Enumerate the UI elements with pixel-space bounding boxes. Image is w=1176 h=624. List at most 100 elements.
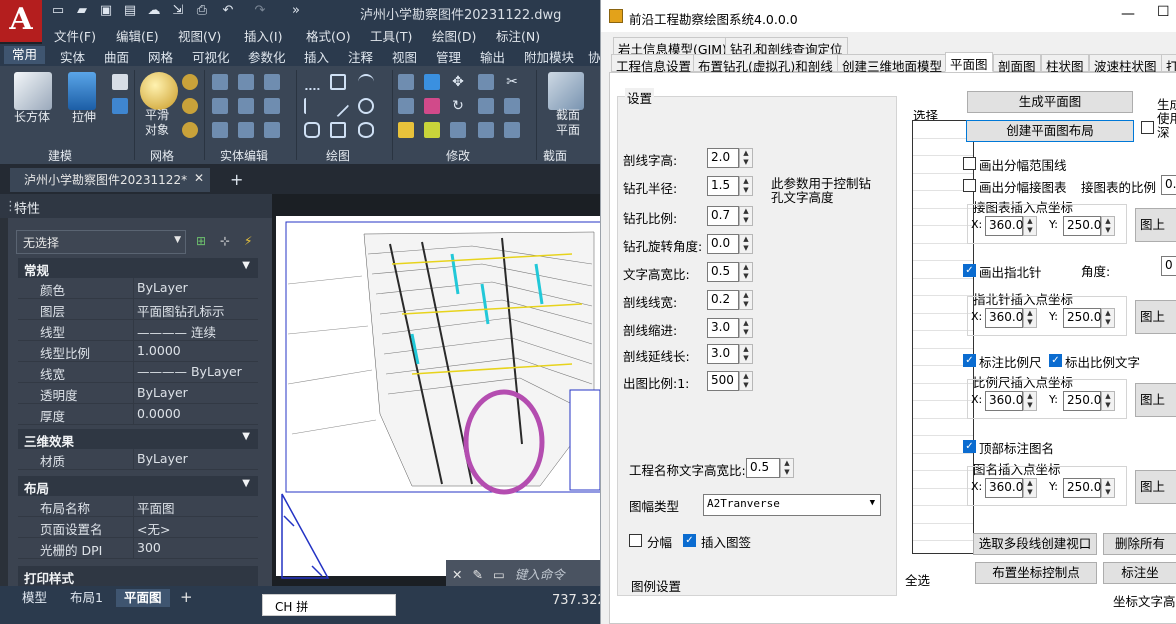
list-item[interactable] <box>913 191 973 209</box>
ellipse-icon[interactable] <box>358 122 374 138</box>
ime-indicator[interactable]: CH 拼 <box>262 594 396 616</box>
box-tool-icon[interactable] <box>14 72 52 110</box>
list-item[interactable] <box>913 296 973 314</box>
y-input[interactable]: 250.0 <box>1063 478 1101 498</box>
add-layout-icon[interactable]: + <box>180 588 193 606</box>
label-coord-button[interactable]: 标注坐 <box>1103 562 1176 584</box>
section-plane-icon[interactable] <box>548 72 584 110</box>
y-spinner[interactable]: ▲ ▼ <box>1101 216 1115 236</box>
property-row[interactable]: 线型 ———— 连续 <box>18 320 258 341</box>
thicken-icon[interactable] <box>238 122 254 138</box>
field-input[interactable]: 3.0 <box>707 318 739 338</box>
poly-viewport-button[interactable]: 选取多段线创建视口 <box>973 533 1097 555</box>
new-tab-icon[interactable]: + <box>230 170 243 189</box>
menu-insert[interactable]: 插入(I) <box>244 26 282 45</box>
select-objects-icon[interactable]: ⊹ <box>220 234 230 248</box>
ribbon-tab-mesh[interactable]: 网格 <box>148 47 173 66</box>
scale-bar-checkbox[interactable]: ✓ <box>963 354 976 367</box>
ribbon-tab-view[interactable]: 视图 <box>392 47 417 66</box>
property-row[interactable]: 布局名称 平面图 <box>18 496 258 517</box>
menu-dimension[interactable]: 标注(N) <box>496 26 540 45</box>
ray-icon[interactable] <box>326 94 350 118</box>
customize-icon[interactable]: ✎ <box>472 567 482 582</box>
list-item[interactable] <box>913 454 973 471</box>
property-row[interactable]: 颜色 ByLayer <box>18 278 258 299</box>
y-spinner[interactable]: ▲ ▼ <box>1101 391 1115 411</box>
join-table-checkbox[interactable] <box>963 179 976 192</box>
y-input[interactable]: 250.0 <box>1063 216 1101 236</box>
x-input[interactable]: 360.0 <box>985 391 1023 411</box>
list-item[interactable] <box>913 471 973 489</box>
field-input[interactable]: 500 <box>707 371 739 391</box>
mesh-icon-1[interactable] <box>182 74 198 90</box>
scale-icon[interactable] <box>450 122 466 138</box>
select-all-label[interactable]: 全选 <box>905 570 930 589</box>
ribbon-tab-output[interactable]: 输出 <box>480 47 505 66</box>
property-row[interactable]: 厚度 0.0000 <box>18 404 258 425</box>
y-spinner[interactable]: ▲ ▼ <box>1101 308 1115 328</box>
list-item[interactable] <box>913 366 973 384</box>
extrude-tool-icon[interactable] <box>68 72 96 110</box>
primitive-icon[interactable] <box>112 74 128 90</box>
split-checkbox[interactable] <box>629 534 642 547</box>
angle-input[interactable]: 0 <box>1161 256 1176 276</box>
field-spinner[interactable]: ▲ ▼ <box>739 176 753 196</box>
field-spinner[interactable]: ▲ ▼ <box>739 234 753 254</box>
field-input[interactable]: 0.7 <box>707 206 739 226</box>
move-icon[interactable]: ✥ <box>450 74 466 90</box>
save-icon[interactable]: ▣ <box>98 3 114 19</box>
field-input[interactable]: 0.5 <box>707 262 739 282</box>
erase-icon[interactable] <box>398 122 414 138</box>
palette-side-bar[interactable] <box>0 218 8 586</box>
separate-icon[interactable] <box>264 122 280 138</box>
save-as-icon[interactable]: ▤ <box>122 3 138 19</box>
menu-edit[interactable]: 编辑(E) <box>116 26 159 45</box>
field-input[interactable]: 0.2 <box>707 290 739 310</box>
list-item[interactable] <box>913 121 973 139</box>
panel-draw[interactable]: 绘图 <box>326 147 350 164</box>
property-row[interactable]: 线型比例 1.0000 <box>18 341 258 362</box>
panel-solid-editing[interactable]: 实体编辑 <box>220 147 268 164</box>
gen-depth-checkbox[interactable] <box>1141 121 1154 134</box>
mirror-icon[interactable] <box>398 74 414 90</box>
field-input[interactable]: 3.0 <box>707 344 739 364</box>
pick-point-button[interactable]: 图上点 <box>1135 470 1176 504</box>
field-input[interactable]: 0.0 <box>707 234 739 254</box>
ribbon-tab-parametric[interactable]: 参数化 <box>248 47 286 66</box>
drawing-canvas[interactable] <box>272 194 600 586</box>
close-tab-icon[interactable]: ✕ <box>194 171 204 185</box>
quick-select-icon[interactable]: ⚡ <box>244 234 252 248</box>
presspull-icon[interactable] <box>112 98 128 114</box>
delete-all-button[interactable]: 删除所有 <box>1103 533 1176 555</box>
toggle-pickadd-icon[interactable]: ⊞ <box>196 234 206 248</box>
arc-icon[interactable] <box>358 74 374 90</box>
minimize-icon[interactable]: — <box>1121 6 1135 22</box>
menu-format[interactable]: 格式(O) <box>306 26 351 45</box>
list-item[interactable] <box>913 506 973 524</box>
section-3d-effects[interactable]: 三维效果 ▼ <box>18 429 258 449</box>
mesh-icon-2[interactable] <box>182 98 198 114</box>
menu-tools[interactable]: 工具(T) <box>370 26 412 45</box>
rect-array-icon[interactable] <box>504 122 520 138</box>
list-item[interactable] <box>913 139 973 156</box>
intersect-icon[interactable] <box>264 74 280 90</box>
field-spinner[interactable]: ▲ ▼ <box>739 344 753 364</box>
section-print-style[interactable]: 打印样式 <box>18 566 258 586</box>
scale-text-checkbox[interactable]: ✓ <box>1049 354 1062 367</box>
circle-icon[interactable] <box>358 98 374 114</box>
property-row[interactable]: 光栅的 DPI 300 <box>18 538 258 559</box>
tab-plan[interactable]: 平面图 <box>945 52 993 72</box>
list-item[interactable] <box>913 489 973 506</box>
list-item[interactable] <box>913 419 973 436</box>
ribbon-tab-addins[interactable]: 附加模块 <box>524 47 574 66</box>
panel-mesh[interactable]: 网格 <box>150 147 174 164</box>
list-item[interactable] <box>913 384 973 401</box>
field-spinner[interactable]: ▲ ▼ <box>739 262 753 282</box>
field-spinner[interactable]: ▲ ▼ <box>739 318 753 338</box>
ribbon-tab-manage[interactable]: 管理 <box>436 47 461 66</box>
open-file-icon[interactable]: ▰ <box>74 3 90 19</box>
ribbon-tab-visualize[interactable]: 可视化 <box>192 47 230 66</box>
fillet-edge-icon[interactable] <box>212 98 228 114</box>
tab-print[interactable]: 打 <box>1161 54 1176 72</box>
property-row[interactable]: 线宽 ———— ByLayer <box>18 362 258 383</box>
